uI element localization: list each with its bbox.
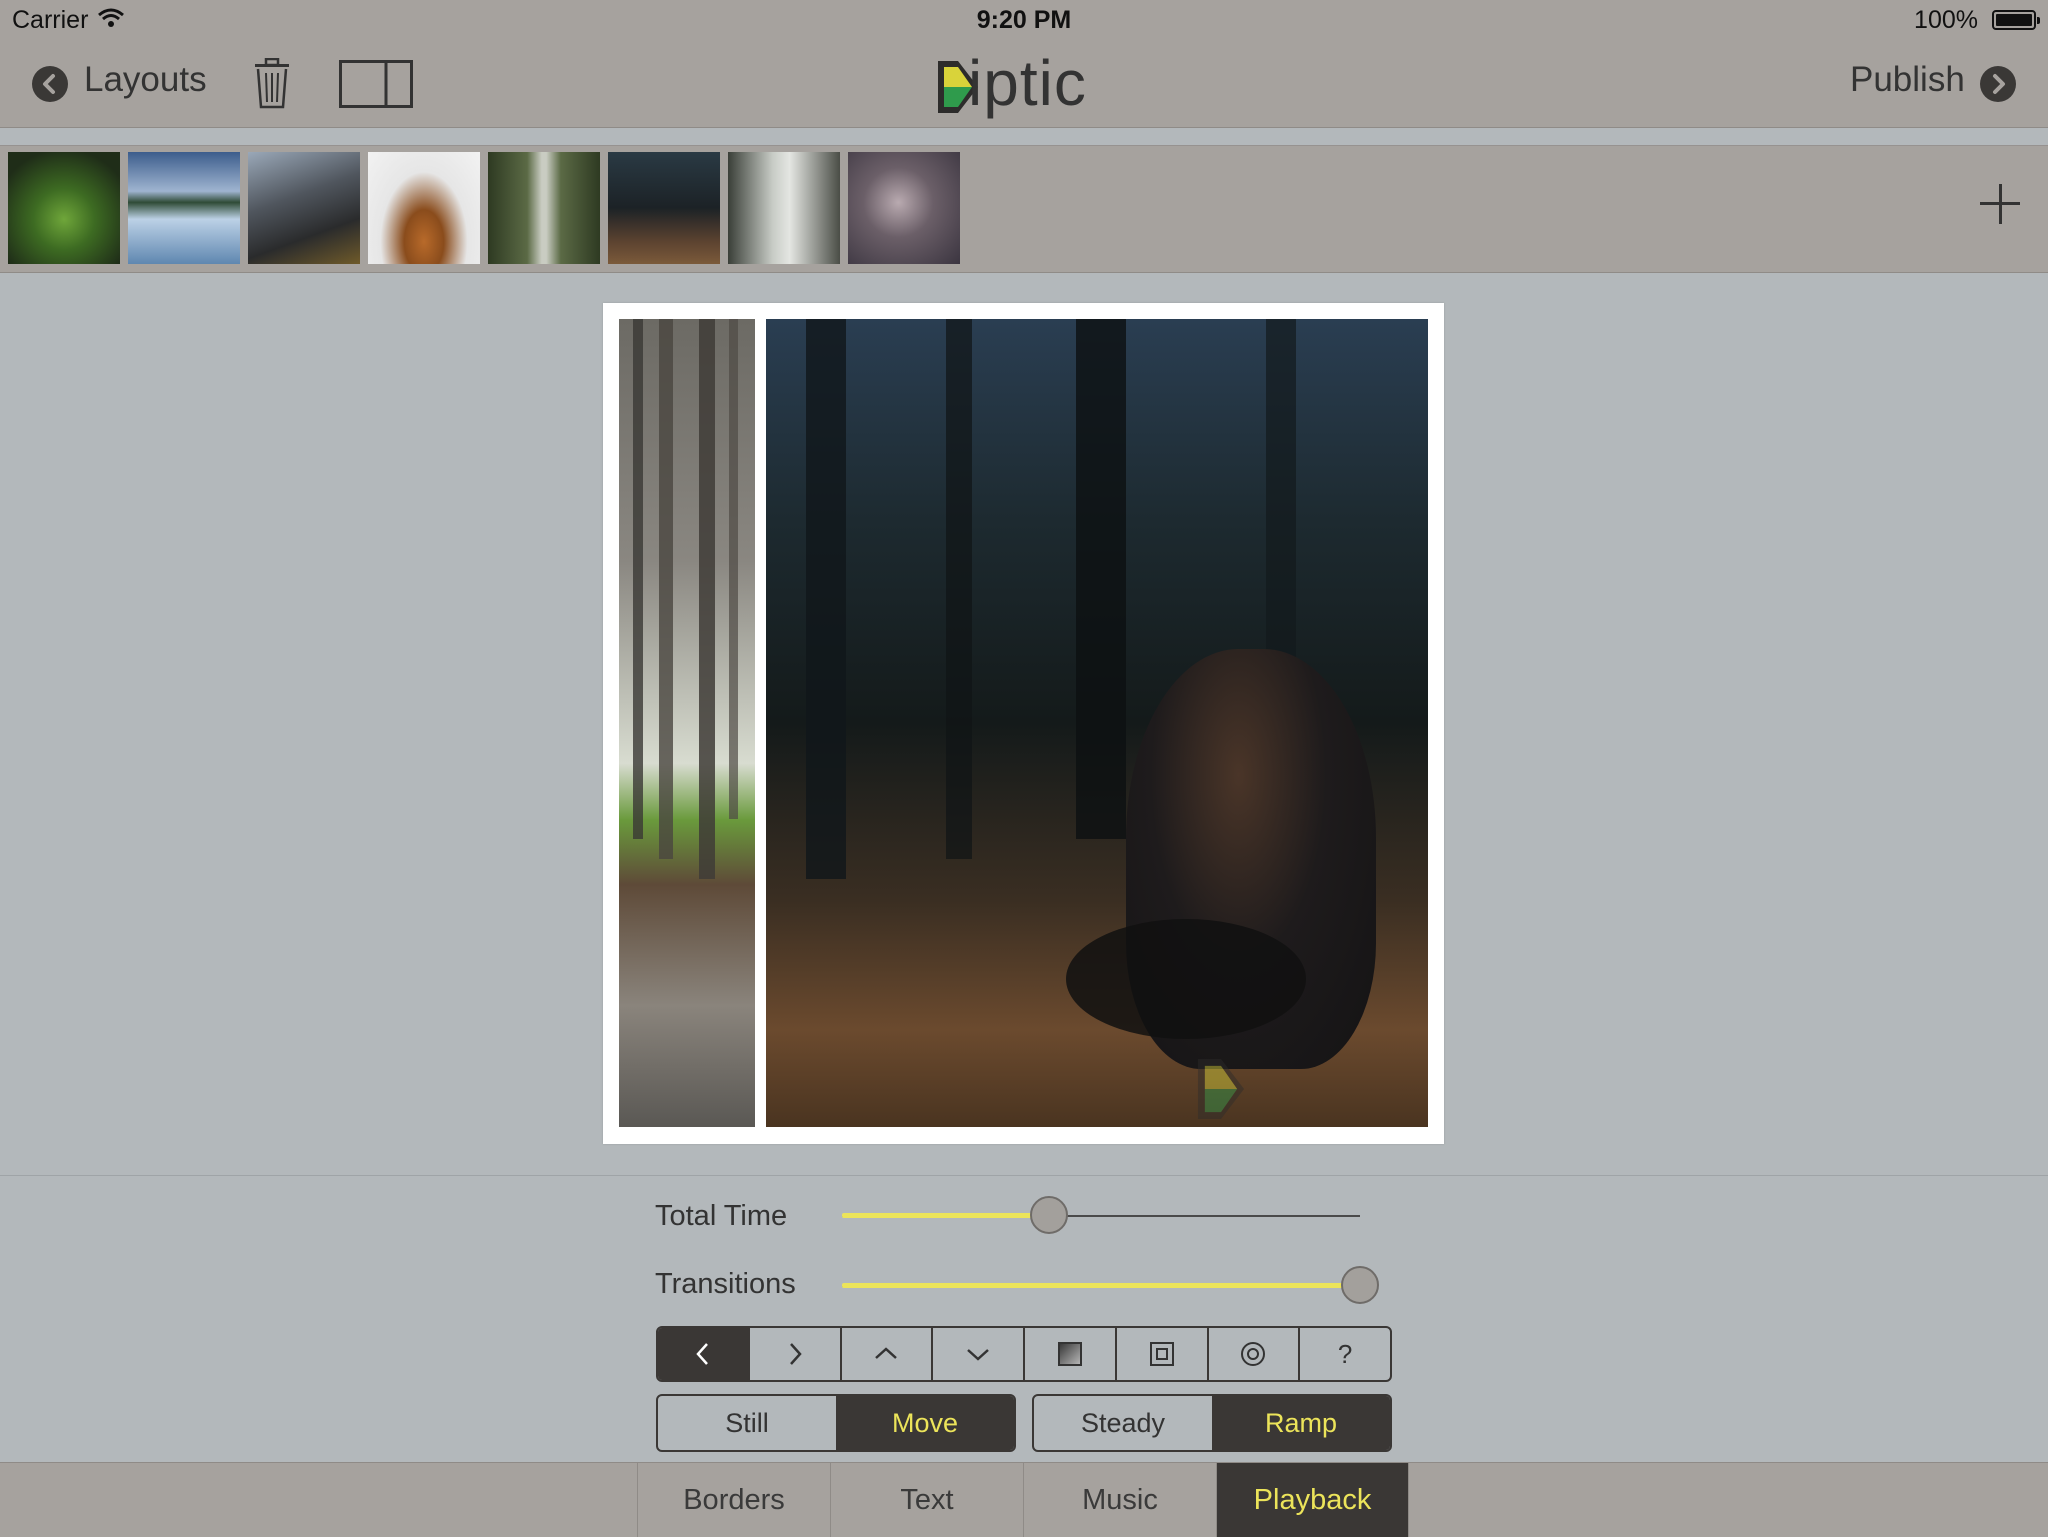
pan-left-button[interactable] [658, 1328, 748, 1380]
thumbnail-hand[interactable] [848, 152, 960, 264]
pan-up-button[interactable] [839, 1328, 932, 1380]
navigation-bar: Carrier 9:20 PM 100% Layouts iptic Publi… [0, 0, 2048, 128]
layout-icon[interactable] [339, 60, 413, 108]
direction-segmented-control: ? [656, 1326, 1392, 1382]
chevron-right-icon [789, 1343, 802, 1365]
total-time-label: Total Time [655, 1200, 788, 1232]
layouts-button[interactable]: Layouts [30, 56, 210, 112]
move-option[interactable]: Move [836, 1396, 1014, 1450]
pan-right-button[interactable] [747, 1328, 840, 1380]
photo-woman-forest[interactable] [766, 319, 1428, 1127]
layouts-label: Layouts [84, 60, 207, 99]
thumbnail-misty-forest[interactable] [728, 152, 840, 264]
bottom-tab-bar: Borders Text Music Playback [0, 1462, 2048, 1537]
square-gradient-icon [1057, 1342, 1082, 1366]
total-time-slider[interactable] [842, 1196, 1362, 1236]
motion-segmented-control: Still Move [656, 1394, 1016, 1452]
ramp-option[interactable]: Ramp [1212, 1396, 1390, 1450]
pan-down-button[interactable] [931, 1328, 1023, 1380]
zoom-center-button[interactable] [1114, 1328, 1207, 1380]
target-icon [1241, 1342, 1266, 1366]
thumbnail-mountains[interactable] [248, 152, 360, 264]
zoom-circle-button[interactable] [1206, 1328, 1299, 1380]
transitions-label: Transitions [655, 1268, 796, 1300]
divider [0, 1175, 2048, 1176]
photo-left-trees[interactable] [619, 319, 755, 1127]
photo-strip [0, 145, 2048, 273]
transitions-fill [842, 1283, 1360, 1288]
transitions-slider[interactable] [842, 1266, 1382, 1306]
battery-icon [1992, 10, 2040, 30]
help-button[interactable]: ? [1298, 1328, 1390, 1380]
thumbnail-plant[interactable] [8, 152, 120, 264]
tab-text[interactable]: Text [830, 1463, 1023, 1537]
publish-label: Publish [1850, 60, 1965, 99]
speed-segmented-control: Steady Ramp [1032, 1394, 1392, 1452]
thumbnail-forest-sitting[interactable] [608, 152, 720, 264]
zoom-fill-button[interactable] [1023, 1328, 1115, 1380]
clock: 9:20 PM [976, 6, 1072, 34]
collage-canvas [603, 303, 1444, 1144]
chevron-left-icon [32, 66, 68, 102]
tab-playback[interactable]: Playback [1216, 1463, 1409, 1537]
tab-borders[interactable]: Borders [637, 1463, 830, 1537]
plus-icon[interactable] [1980, 184, 2020, 224]
diptic-watermark-icon [1197, 1059, 1245, 1119]
still-option[interactable]: Still [658, 1396, 836, 1450]
thumbnail-road[interactable] [488, 152, 600, 264]
battery-percent: 100% [1914, 6, 1978, 34]
app-title: iptic [968, 47, 1087, 119]
chevron-left-icon [696, 1343, 708, 1365]
transitions-thumb[interactable] [1341, 1266, 1379, 1304]
chevron-right-icon [1980, 66, 2016, 102]
steady-option[interactable]: Steady [1034, 1396, 1212, 1450]
thumbnail-hooded-person[interactable] [368, 152, 480, 264]
help-label: ? [1337, 1338, 1353, 1369]
trash-icon[interactable] [252, 58, 292, 110]
chevron-up-icon [875, 1347, 898, 1359]
tab-music[interactable]: Music [1023, 1463, 1216, 1537]
square-inset-icon [1149, 1342, 1174, 1366]
chevron-down-icon [967, 1349, 989, 1361]
thumbnail-lake[interactable] [128, 152, 240, 264]
total-time-thumb[interactable] [1030, 1196, 1069, 1234]
publish-button[interactable]: Publish [1846, 56, 2022, 112]
total-time-fill [842, 1213, 1050, 1218]
